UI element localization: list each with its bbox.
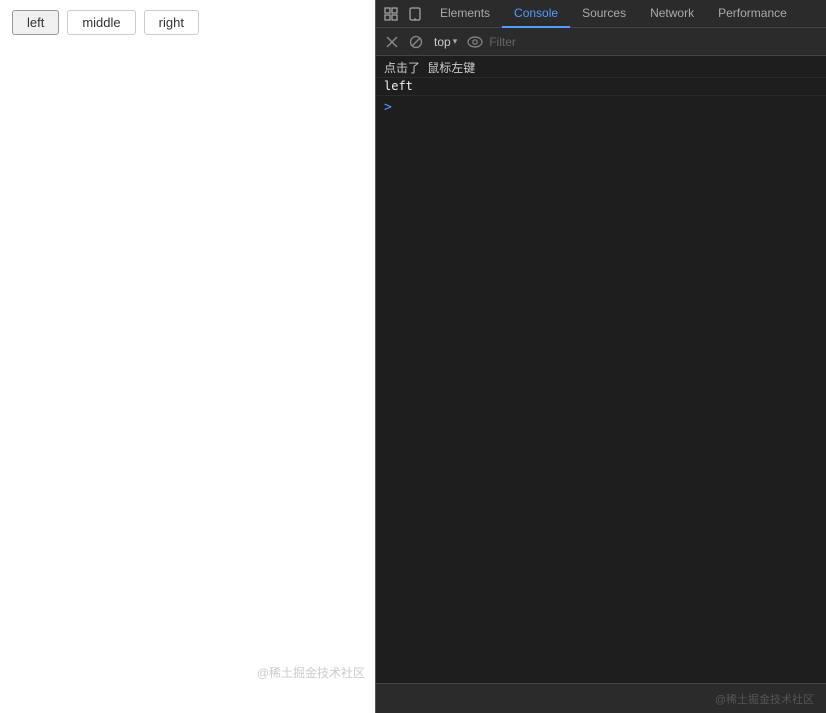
console-line: 点击了 鼠标左键: [376, 58, 826, 78]
right-button[interactable]: right: [144, 10, 199, 35]
console-line: left: [376, 78, 826, 96]
left-panel: left middle right @稀土掘金技术社区: [0, 0, 375, 713]
watermark: @稀土掘金技术社区: [257, 664, 365, 681]
tab-network[interactable]: Network: [638, 0, 706, 28]
devtools-tab-bar: Elements Console Sources Network Perform…: [376, 0, 826, 28]
prompt-arrow-icon: >: [384, 100, 392, 115]
top-dropdown[interactable]: top ▾: [430, 33, 461, 51]
tab-console[interactable]: Console: [502, 0, 570, 28]
top-label: top: [434, 35, 451, 49]
eye-icon[interactable]: [465, 32, 485, 52]
tab-performance[interactable]: Performance: [706, 0, 799, 28]
console-output: 点击了 鼠标左键 left >: [376, 56, 826, 683]
dropdown-arrow-icon: ▾: [453, 36, 458, 47]
devtools-toolbar2: top ▾: [376, 28, 826, 56]
devtools-panel: Elements Console Sources Network Perform…: [375, 0, 826, 713]
button-row: left middle right: [0, 0, 375, 45]
devtools-bottom-bar: @稀土掘金技术社区: [376, 683, 826, 713]
devtools-watermark: @稀土掘金技术社区: [715, 691, 814, 707]
filter-input[interactable]: [489, 35, 820, 49]
tab-sources[interactable]: Sources: [570, 0, 638, 28]
clear-console-icon[interactable]: [382, 32, 402, 52]
block-icon[interactable]: [406, 32, 426, 52]
middle-button[interactable]: middle: [67, 10, 135, 35]
left-button[interactable]: left: [12, 10, 59, 35]
mobile-icon[interactable]: [404, 3, 426, 25]
inspect-icon[interactable]: [380, 3, 402, 25]
tab-elements[interactable]: Elements: [428, 0, 502, 28]
console-text: 点击了 鼠标左键: [384, 59, 475, 76]
console-text: left: [384, 79, 413, 93]
console-prompt[interactable]: >: [376, 96, 826, 119]
